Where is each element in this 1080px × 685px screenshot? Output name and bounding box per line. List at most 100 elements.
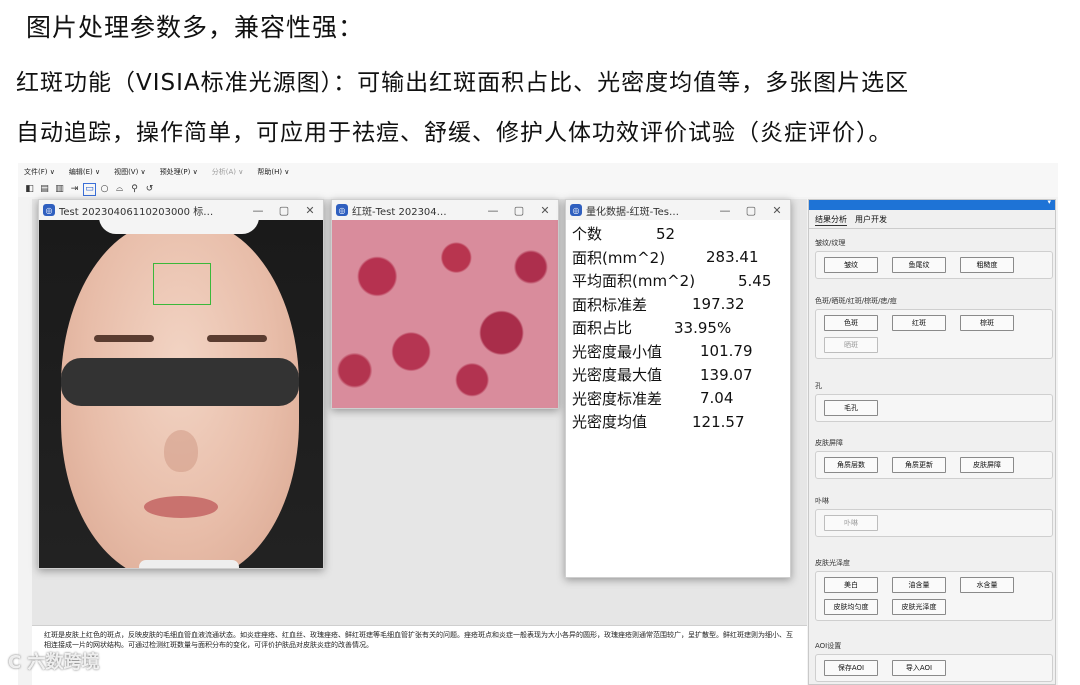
group-box: 美白 油含量 水含量 皮肤均匀度 皮肤光泽度 — [815, 571, 1053, 621]
crowsfeet-button[interactable]: 鱼尾纹 — [892, 257, 946, 273]
group-box: 保存AOI 导入AOI — [815, 654, 1053, 682]
data-value: 7.04 — [700, 389, 734, 408]
ellipse-select-icon[interactable]: ○ — [99, 184, 110, 195]
group-label: 孔 — [815, 382, 822, 390]
data-value: 121.57 — [692, 412, 745, 431]
roi-selection-box[interactable] — [153, 263, 211, 305]
paragraph-line-2: 自动追踪，操作简单，可应用于祛痘、舒缓、修护人体功效评价试验（炎症评价）。 — [16, 120, 893, 146]
menu-edit[interactable]: 编辑(E) ∨ — [69, 167, 100, 177]
whitening-button[interactable]: 美白 — [824, 577, 878, 593]
data-row: 面积标准差 197.32 — [572, 293, 784, 317]
group-box: 色斑 红斑 棕斑 晒斑 — [815, 309, 1053, 359]
data-value: 283.41 — [706, 248, 759, 267]
data-value: 5.45 — [738, 271, 772, 290]
save-aoi-button[interactable]: 保存AOI — [824, 660, 878, 676]
group-box: 角质层数 角质更新 皮肤屏障 — [815, 451, 1053, 479]
group-box: 毛孔 — [815, 394, 1053, 422]
menu-file[interactable]: 文件(F) ∨ — [24, 167, 55, 177]
app-screenshot: 文件(F) ∨ 编辑(E) ∨ 视图(V) ∨ 预处理(P) ∨ 分析(A) ∨… — [18, 163, 1058, 685]
tab-result-analysis[interactable]: 结果分析 — [815, 214, 847, 226]
face-image-window[interactable]: ◎ Test 20230406110203000 标… — ▢ ✕ — [38, 199, 324, 569]
lasso-select-icon[interactable]: ⌓ — [114, 184, 125, 195]
mouth — [144, 496, 218, 518]
stratum-renew-button[interactable]: 角质更新 — [892, 457, 946, 473]
left-eyebrow — [94, 335, 154, 342]
group-label: 皱纹/纹理 — [815, 239, 846, 247]
minimize-icon[interactable]: — — [245, 204, 271, 217]
dropdown-icon[interactable]: ▾ — [1047, 198, 1051, 206]
stratum-layers-button[interactable]: 角质层数 — [824, 457, 878, 473]
headband — [99, 220, 259, 234]
group-porphyrin: 卟啉 卟啉 — [815, 496, 1053, 537]
data-value: 33.95% — [674, 318, 732, 337]
import-aoi-button[interactable]: 导入AOI — [892, 660, 946, 676]
porphyrin-button[interactable]: 卟啉 — [824, 515, 878, 531]
water-content-button[interactable]: 水含量 — [960, 577, 1014, 593]
data-key: 光密度标准差 — [572, 389, 663, 408]
data-key: 光密度均值 — [572, 413, 648, 432]
quant-data-window[interactable]: ◎ 量化数据-红斑-Tes… — ▢ ✕ 个数 52 面积(mm^2) 283.41… — [565, 199, 791, 578]
data-value: 101.79 — [700, 342, 753, 361]
maximize-icon[interactable]: ▢ — [506, 204, 532, 217]
close-icon[interactable]: ✕ — [532, 204, 558, 217]
menu-help[interactable]: 帮助(H) ∨ — [257, 167, 289, 177]
save-as-icon[interactable]: ▥ — [54, 184, 65, 195]
minimize-icon[interactable]: — — [712, 204, 738, 217]
zoom-icon[interactable]: ⚲ — [129, 184, 140, 195]
maximize-icon[interactable]: ▢ — [271, 204, 297, 217]
description-text: 红斑是皮肤上红色的斑点，反映皮肤的毛细血管血液流通状态。如炎症痤疮、红血丝、玫瑰… — [32, 625, 807, 685]
open-icon[interactable]: ◧ — [24, 184, 35, 195]
redmap-window[interactable]: ◎ 红斑-Test 202304… — ▢ ✕ — [331, 199, 559, 409]
right-eyebrow — [207, 335, 267, 342]
app-icon: ◎ — [336, 204, 348, 216]
group-label: 皮肤光泽度 — [815, 559, 850, 567]
data-value: 139.07 — [700, 365, 753, 384]
close-icon[interactable]: ✕ — [764, 204, 790, 217]
skin-evenness-button[interactable]: 皮肤均匀度 — [824, 599, 878, 615]
data-window-titlebar[interactable]: ◎ 量化数据-红斑-Tes… — ▢ ✕ — [566, 200, 790, 220]
redness-map-image — [332, 220, 558, 408]
wrinkle-button[interactable]: 皱纹 — [824, 257, 878, 273]
group-box: 卟啉 — [815, 509, 1053, 537]
oil-content-button[interactable]: 油含量 — [892, 577, 946, 593]
redmap-window-title: 红斑-Test 202304… — [352, 206, 447, 218]
app-icon: ◎ — [570, 204, 582, 216]
pore-button[interactable]: 毛孔 — [824, 400, 878, 416]
menu-preprocess[interactable]: 预处理(P) ∨ — [160, 167, 198, 177]
brown-spot-button[interactable]: 棕斑 — [960, 315, 1014, 331]
skin-barrier-button[interactable]: 皮肤屏障 — [960, 457, 1014, 473]
group-label: 皮肤屏障 — [815, 439, 843, 447]
rectangle-select-icon[interactable]: ▭ — [83, 182, 96, 196]
group-spots: 色斑/晒斑/红斑/棕斑/痣/痘 色斑 红斑 棕斑 晒斑 — [815, 296, 1053, 359]
watermark: C 六数跨境 — [8, 652, 100, 673]
group-label: 卟啉 — [815, 497, 829, 505]
close-icon[interactable]: ✕ — [297, 204, 323, 217]
data-row: 面积(mm^2) 283.41 — [572, 246, 784, 270]
color-spot-button[interactable]: 色斑 — [824, 315, 878, 331]
face-window-titlebar[interactable]: ◎ Test 20230406110203000 标… — ▢ ✕ — [39, 200, 323, 220]
app-icon: ◎ — [43, 204, 55, 216]
privacy-eye-bar — [61, 358, 299, 406]
data-value: 52 — [656, 224, 676, 243]
data-key: 光密度最大值 — [572, 366, 663, 385]
reset-icon[interactable]: ↺ — [144, 184, 155, 195]
sun-spot-button[interactable]: 晒斑 — [824, 337, 878, 353]
save-icon[interactable]: ▤ — [39, 184, 50, 195]
analysis-panel: ▾ 结果分析 用户开发 皱纹/纹理 皱纹 鱼尾纹 粗糙度 色斑/晒斑/红斑/棕斑… — [808, 198, 1056, 685]
menu-analysis[interactable]: 分析(A) ∨ — [212, 167, 244, 177]
maximize-icon[interactable]: ▢ — [738, 204, 764, 217]
paragraph-line-1: 红斑功能（VISIA标准光源图）：可输出红斑面积占比、光密度均值等，多张图片选区 — [16, 70, 910, 96]
skin-gloss-button[interactable]: 皮肤光泽度 — [892, 599, 946, 615]
data-row: 平均面积(mm^2) 5.45 — [572, 269, 784, 293]
group-label: AOI设置 — [815, 642, 842, 650]
menu-view[interactable]: 视图(V) ∨ — [114, 167, 146, 177]
data-key: 面积占比 — [572, 319, 633, 338]
group-pore: 孔 毛孔 — [815, 381, 1053, 422]
red-spot-button[interactable]: 红斑 — [892, 315, 946, 331]
redmap-window-titlebar[interactable]: ◎ 红斑-Test 202304… — ▢ ✕ — [332, 200, 558, 220]
tab-user-dev[interactable]: 用户开发 — [855, 214, 887, 226]
roughness-button[interactable]: 粗糙度 — [960, 257, 1014, 273]
export-icon[interactable]: ⇥ — [69, 184, 80, 195]
group-label: 色斑/晒斑/红斑/棕斑/痣/痘 — [815, 297, 897, 305]
minimize-icon[interactable]: — — [480, 204, 506, 217]
